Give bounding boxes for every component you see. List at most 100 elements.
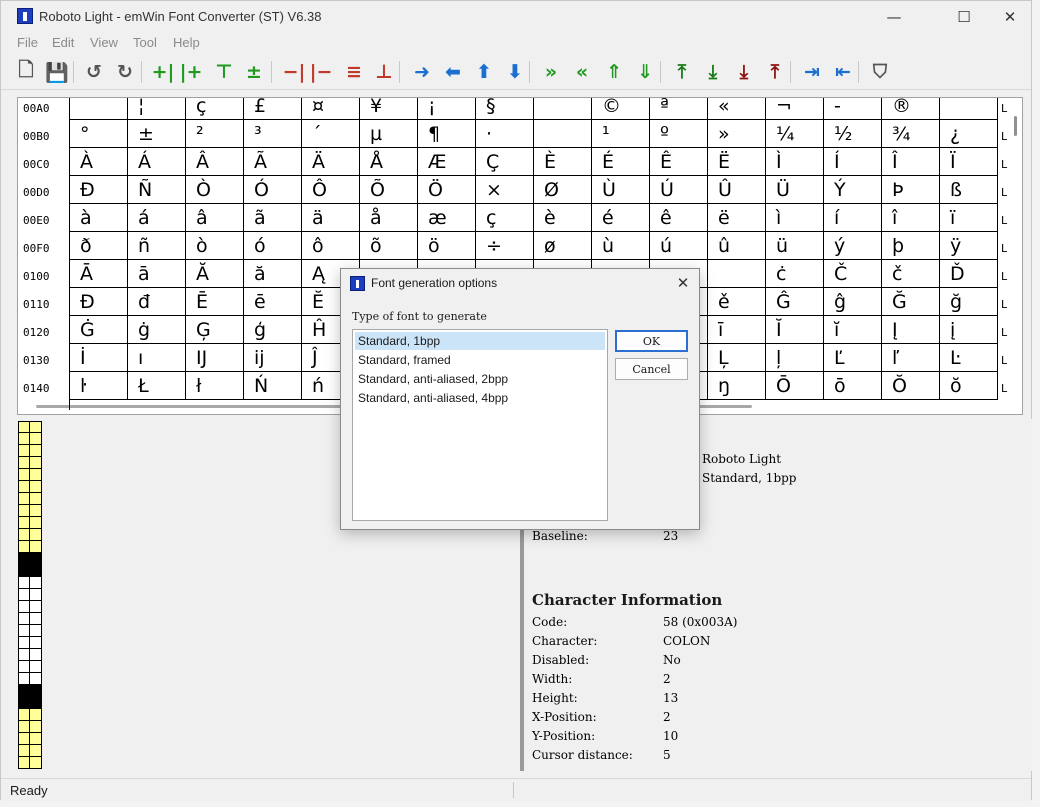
char-cell[interactable]: Č (824, 260, 882, 288)
char-cell[interactable]: Ģ (186, 316, 244, 344)
menu-tool[interactable]: Tool (133, 35, 157, 50)
char-cell[interactable]: È (534, 148, 592, 176)
char-cell[interactable]: Ê (650, 148, 708, 176)
redo-icon[interactable]: ↻ (112, 60, 138, 84)
char-cell[interactable]: İ (70, 344, 128, 372)
char-cell[interactable]: Đ (70, 288, 128, 316)
char-cell[interactable]: ŏ (940, 372, 998, 400)
double-down-icon[interactable]: ⇓ (632, 60, 658, 84)
char-cell[interactable]: â (186, 204, 244, 232)
char-cell[interactable]: ĭ (824, 316, 882, 344)
font-type-option[interactable]: Standard, anti-aliased, 2bpp (355, 370, 605, 388)
insert-col-left-icon[interactable]: +| (150, 60, 176, 84)
char-cell[interactable]: Ń (244, 372, 302, 400)
char-cell[interactable]: ¶ (418, 120, 476, 148)
char-cell[interactable]: ù (592, 232, 650, 260)
char-cell[interactable] (708, 260, 766, 288)
char-cell[interactable]: ° (70, 120, 128, 148)
char-cell[interactable]: ç (476, 204, 534, 232)
char-cell[interactable]: ß (940, 176, 998, 204)
char-cell[interactable]: Ø (534, 176, 592, 204)
char-cell[interactable]: ı (128, 344, 186, 372)
char-cell[interactable]: Á (128, 148, 186, 176)
insert-row-bottom-icon[interactable]: ± (241, 60, 267, 84)
char-cell[interactable]: Ŀ (940, 344, 998, 372)
char-cell[interactable]: ¤ (302, 98, 360, 120)
char-cell[interactable]: À (70, 148, 128, 176)
char-cell[interactable]: Ò (186, 176, 244, 204)
char-cell[interactable]: Ŏ (882, 372, 940, 400)
char-cell[interactable]: ì (766, 204, 824, 232)
char-cell[interactable]: µ (360, 120, 418, 148)
shift-right-icon[interactable]: ➜ (409, 60, 435, 84)
char-cell[interactable]: « (708, 98, 766, 120)
char-cell[interactable]: è (534, 204, 592, 232)
char-cell[interactable]: Ô (302, 176, 360, 204)
tab-right-icon[interactable]: ⇥ (799, 60, 825, 84)
char-cell[interactable]: ¥ (360, 98, 418, 120)
font-type-option[interactable]: Standard, framed (355, 351, 605, 369)
minimize-icon[interactable]: — (871, 1, 917, 32)
char-cell[interactable]: Ď (940, 260, 998, 288)
char-cell[interactable]: ï (940, 204, 998, 232)
char-cell[interactable]: Į (882, 316, 940, 344)
char-cell[interactable]: ý (824, 232, 882, 260)
char-cell[interactable]: à (70, 204, 128, 232)
ok-button[interactable]: OK (615, 330, 688, 352)
delete-row-bottom-icon[interactable]: ⊥ (371, 60, 397, 84)
char-cell[interactable] (940, 98, 998, 120)
char-cell[interactable]: ü (766, 232, 824, 260)
char-cell[interactable]: ġ (128, 316, 186, 344)
char-cell[interactable]: ð (70, 232, 128, 260)
char-cell[interactable]: ø (534, 232, 592, 260)
move-top-icon[interactable]: ⤒ (669, 60, 695, 84)
trim-top-icon[interactable]: ⤓ (731, 60, 757, 84)
insert-row-top-icon[interactable]: ⊤ (211, 60, 237, 84)
char-cell[interactable]: Ü (766, 176, 824, 204)
char-cell[interactable]: ¹ (592, 120, 650, 148)
char-cell[interactable]: ģ (244, 316, 302, 344)
char-cell[interactable]: Ļ (708, 344, 766, 372)
char-cell[interactable]: ½ (824, 120, 882, 148)
char-cell[interactable]: × (476, 176, 534, 204)
char-cell[interactable]: Ġ (70, 316, 128, 344)
char-cell[interactable]: ł (186, 372, 244, 400)
char-cell[interactable]: Þ (882, 176, 940, 204)
char-cell[interactable]: ® (882, 98, 940, 120)
pixel-editor[interactable] (18, 421, 44, 769)
char-cell[interactable]: ´ (302, 120, 360, 148)
char-cell[interactable]: ē (244, 288, 302, 316)
char-cell[interactable]: ¿ (940, 120, 998, 148)
font-type-option[interactable]: Standard, 1bpp (355, 332, 605, 350)
char-cell[interactable]: ā (128, 260, 186, 288)
new-file-icon[interactable]: 🗋 (13, 59, 39, 84)
char-cell[interactable]: Ł (128, 372, 186, 400)
char-cell[interactable]: é (592, 204, 650, 232)
char-cell[interactable]: ª (650, 98, 708, 120)
close-icon[interactable]: ✕ (987, 1, 1033, 32)
double-up-icon[interactable]: ⇑ (601, 60, 627, 84)
char-cell[interactable]: þ (882, 232, 940, 260)
char-cell[interactable]: ± (128, 120, 186, 148)
char-cell[interactable]: § (476, 98, 534, 120)
undo-icon[interactable]: ↺ (81, 60, 107, 84)
char-cell[interactable]: ô (302, 232, 360, 260)
char-cell[interactable]: Ä (302, 148, 360, 176)
cancel-button[interactable]: Cancel (615, 358, 688, 380)
char-cell[interactable]: ä (302, 204, 360, 232)
char-cell[interactable]: ċ (766, 260, 824, 288)
char-cell[interactable]: õ (360, 232, 418, 260)
menu-view[interactable]: View (90, 35, 118, 50)
char-cell[interactable]: Î (882, 148, 940, 176)
dialog-close-icon[interactable]: ✕ (671, 271, 695, 295)
menu-help[interactable]: Help (173, 35, 200, 50)
char-cell[interactable]: Ă (186, 260, 244, 288)
char-cell[interactable]: ú (650, 232, 708, 260)
char-cell[interactable]: Ĳ (186, 344, 244, 372)
char-cell[interactable]: Ý (824, 176, 882, 204)
char-cell[interactable]: Ì (766, 148, 824, 176)
char-cell[interactable]: Ĝ (766, 288, 824, 316)
char-cell[interactable]: Õ (360, 176, 418, 204)
char-cell[interactable]: Å (360, 148, 418, 176)
char-cell[interactable]: ĝ (824, 288, 882, 316)
